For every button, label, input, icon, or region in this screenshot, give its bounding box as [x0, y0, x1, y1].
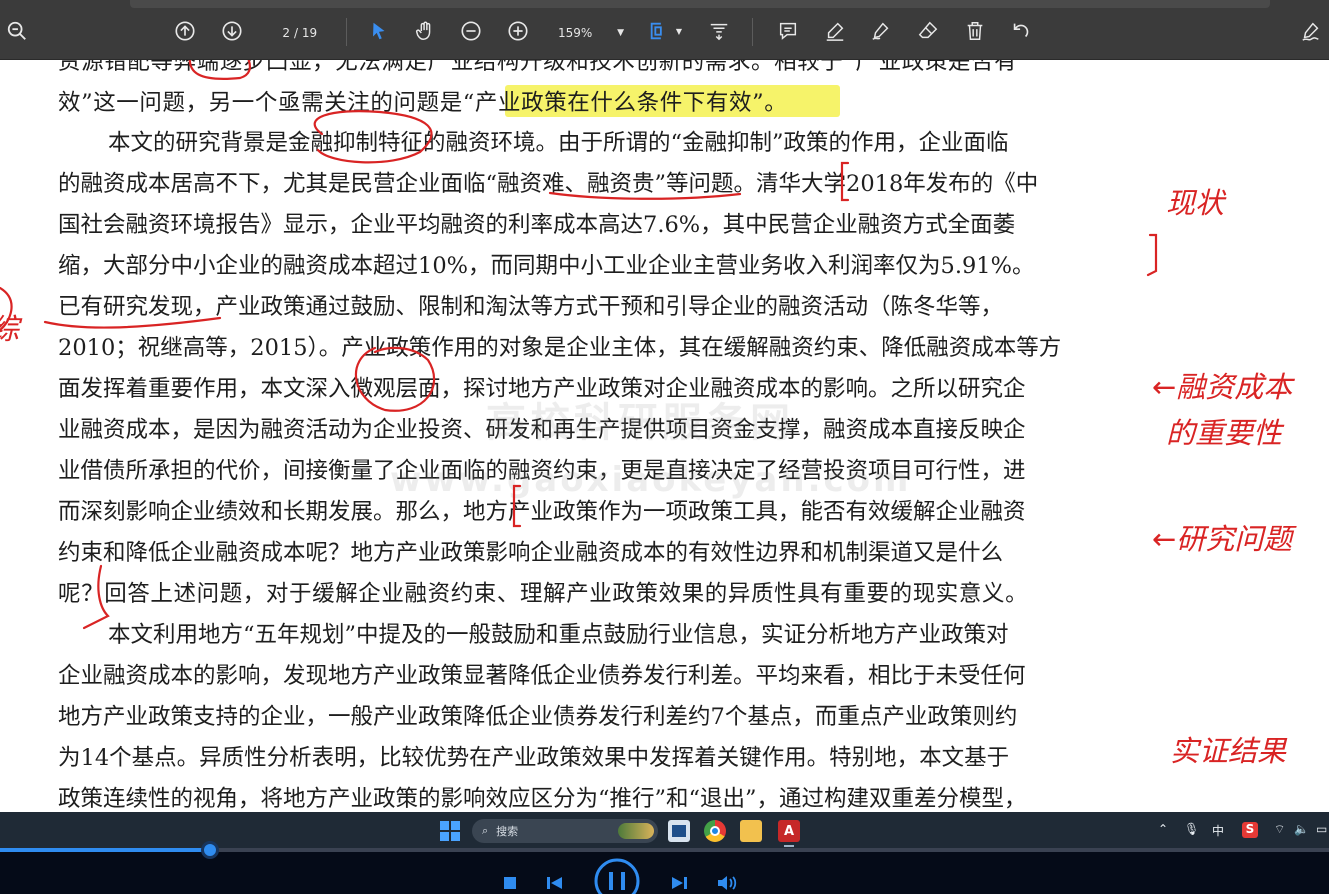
battery-icon[interactable]: ▭: [1316, 822, 1327, 836]
annotation-importance-2: 的重要性: [1166, 416, 1283, 450]
undo-icon[interactable]: [1008, 18, 1034, 44]
text-line-content: 呢？回答上述问题，对于缓解企业融资约束、理解产业政策效果的异质性具有重要的现实意…: [58, 581, 1029, 607]
search-icon: ⌕: [482, 824, 489, 837]
text-line: 约束和降低企业融资成本呢？地方产业政策影响企业融资成本的有效性边界和机制渠道又是…: [58, 533, 1158, 569]
search-highlight-icon: [618, 823, 654, 839]
sign-icon[interactable]: [1298, 18, 1324, 44]
search-icon[interactable]: [4, 18, 30, 44]
text-line: 本文利用地方“五年规划”中提及的一般鼓励和重点鼓励行业信息，实证分析地方产业政策…: [108, 615, 1158, 651]
progress-knob[interactable]: [201, 841, 219, 859]
stop-icon[interactable]: [503, 876, 517, 890]
text-line-content: 本文的研究背景是金融抑制特征的融资环境。由于所谓的“金融抑制”政策的作用，企业面…: [108, 130, 1009, 156]
taskbar-search-placeholder: 搜索: [496, 825, 519, 838]
text-line: 的融资成本居高不下，尤其是民营企业面临“融资难、融资贵”等问题。清华大学2018…: [58, 164, 1158, 200]
text-line: 已有研究发现，产业政策通过鼓励、限制和淘汰等方式干预和引导企业的融资活动（陈冬华…: [58, 287, 1158, 323]
text-line-content: 资源错配等弊端逐步凸显，无法满足产业结构升级和技术创新的需求。相较于“产业政策是…: [58, 60, 1018, 75]
text-line: 企业融资成本的影响，发现地方产业政策显著降低企业债券发行利差。平均来看，相比于未…: [58, 656, 1158, 692]
eraser-icon[interactable]: [915, 18, 941, 44]
task-view-icon[interactable]: [668, 820, 690, 842]
os-taskbar: ⌕ 搜索 A ⌃ 🎙 中 S ⌔ 🔈 ▭: [0, 812, 1329, 848]
text-line-content: 约束和降低企业融资成本呢？地方产业政策影响企业融资成本的有效性边界和机制渠道又是…: [58, 540, 1004, 566]
wifi-icon[interactable]: ⌔: [1274, 822, 1285, 837]
text-line: 2010；祝继高等，2015）。产业政策作用的对象是企业主体，其在缓解融资约束、…: [58, 328, 1158, 364]
annotation-result: 实证结果: [1170, 734, 1287, 768]
next-track-icon[interactable]: [670, 875, 688, 891]
text-line: 资源错配等弊端逐步凸显，无法满足产业结构升级和技术创新的需求。相较于“产业政策是…: [58, 60, 1158, 78]
text-line: 效”这一问题，另一个亟需关注的问题是“产业政策在什么条件下有效”。: [58, 83, 1158, 119]
pdf-toolbar: 2 / 19 159% ▼ ▼: [0, 0, 1329, 60]
toolbar-top-strip: [130, 0, 1270, 8]
text-line-content: 缩，大部分中小企业的融资成本超过10%，而同期中小工业企业主营业务收入利润率仅为…: [58, 253, 1035, 279]
text-line-content: 的融资成本居高不下，尤其是民营企业面临“融资难、融资贵”等问题。清华大学2018…: [58, 171, 1039, 197]
page-current[interactable]: 2: [266, 26, 290, 40]
text-line: 本文的研究背景是金融抑制特征的融资环境。由于所谓的“金融抑制”政策的作用，企业面…: [108, 123, 1158, 159]
progress-fill: [0, 848, 210, 852]
text-line-content: 地方产业政策支持的企业，一般产业政策降低企业债券发行利差约7个基点，而重点产业政…: [58, 704, 1018, 730]
previous-track-icon[interactable]: [546, 875, 564, 891]
zoom-select[interactable]: 159% ▼: [548, 20, 632, 46]
text-line-content: 效”这一问题，另一个亟需关注的问题是“产业政策在什么条件下有效”。: [58, 90, 788, 116]
text-line-content: 已有研究发现，产业政策通过鼓励、限制和淘汰等方式干预和引导企业的融资活动（陈冬华…: [58, 294, 1004, 320]
pdf-app-icon[interactable]: A: [778, 820, 800, 842]
text-line-content: 政策连续性的视角，将地方产业政策的影响效应区分为“推行”和“退出”，通过构建双重…: [58, 786, 1027, 812]
file-explorer-icon[interactable]: [740, 820, 762, 842]
chevron-down-icon: ▼: [617, 28, 624, 38]
taskbar-search[interactable]: ⌕ 搜索: [472, 819, 658, 843]
text-line: 缩，大部分中小企业的融资成本超过10%，而同期中小工业企业主营业务收入利润率仅为…: [58, 246, 1158, 282]
windows-start-icon[interactable]: [440, 821, 460, 841]
text-line: 国社会融资环境报告》显示，企业平均融资的利率成本高达7.6%，其中民营企业融资方…: [58, 205, 1158, 241]
tray-expand-icon[interactable]: ⌃: [1158, 822, 1168, 836]
watermark-url: www.gaoxiaokeyan.com: [390, 460, 912, 500]
previous-page-icon[interactable]: [172, 18, 198, 44]
annotation-question: ←研究问题: [1152, 522, 1293, 556]
annotation-left-edge: 综: [0, 306, 19, 348]
text-line: 为14个基点。异质性分析表明，比较优势在产业政策效果中发挥着关键作用。特别地，本…: [58, 738, 1158, 774]
text-line: 政策连续性的视角，将地方产业政策的影响效应区分为“推行”和“退出”，通过构建双重…: [58, 779, 1158, 812]
volume-icon[interactable]: 🔈: [1294, 822, 1309, 836]
video-player-controls: [0, 841, 1329, 894]
text-line: 地方产业政策支持的企业，一般产业政策降低企业债券发行利差约7个基点，而重点产业政…: [58, 697, 1158, 733]
zoom-in-icon[interactable]: [505, 18, 531, 44]
active-app-indicator: [784, 845, 794, 847]
annotation-status: 现状: [1166, 186, 1225, 220]
text-line: 呢？回答上述问题，对于缓解企业融资约束、理解产业政策效果的异质性具有重要的现实意…: [58, 574, 1158, 610]
toolbar-divider: [346, 18, 347, 46]
text-line-content: 国社会融资环境报告》显示，企业平均融资的利率成本高达7.6%，其中民营企业融资方…: [58, 212, 1016, 238]
chrome-icon[interactable]: [704, 820, 726, 842]
select-cursor-icon[interactable]: [366, 18, 392, 44]
text-line-content: 为14个基点。异质性分析表明，比较优势在产业政策效果中发挥着关键作用。特别地，本…: [58, 745, 1010, 771]
toolbar-divider: [752, 18, 753, 46]
pdf-page: 资源错配等弊端逐步凸显，无法满足产业结构升级和技术创新的需求。相较于“产业政策是…: [0, 60, 1329, 812]
sogou-ime-icon[interactable]: S: [1242, 822, 1258, 838]
text-line-content: 2010；祝继高等，2015）。产业政策作用的对象是企业主体，其在缓解融资约束、…: [58, 335, 1062, 361]
comment-icon[interactable]: [775, 18, 801, 44]
volume-icon[interactable]: [717, 875, 737, 891]
read-aloud-icon[interactable]: [706, 18, 732, 44]
highlight-pen-icon[interactable]: [822, 18, 848, 44]
page-fit-icon[interactable]: [646, 18, 672, 44]
page-indicator[interactable]: 2 / 19: [266, 20, 336, 46]
zoom-out-icon[interactable]: [458, 18, 484, 44]
trash-icon[interactable]: [962, 18, 988, 44]
microphone-icon[interactable]: 🎙: [1184, 822, 1199, 836]
text-line-content: 企业融资成本的影响，发现地方产业政策显著降低企业债券发行利差。平均来看，相比于未…: [58, 663, 1026, 689]
progress-track[interactable]: [0, 848, 1329, 852]
zoom-value: 159%: [558, 26, 593, 40]
ime-indicator[interactable]: 中: [1212, 822, 1224, 839]
watermark-text: 高校科研服务网: [486, 400, 794, 446]
annotation-importance-1: ←融资成本: [1152, 370, 1293, 404]
page-total: / 19: [294, 26, 318, 40]
page-fit-chevron-icon[interactable]: ▼: [672, 18, 686, 44]
text-line-content: 本文利用地方“五年规划”中提及的一般鼓励和重点鼓励行业信息，实证分析地方产业政策…: [108, 622, 1009, 648]
hand-tool-icon[interactable]: [412, 18, 438, 44]
pause-icon[interactable]: [594, 858, 640, 894]
draw-pen-icon[interactable]: [868, 18, 894, 44]
next-page-icon[interactable]: [219, 18, 245, 44]
